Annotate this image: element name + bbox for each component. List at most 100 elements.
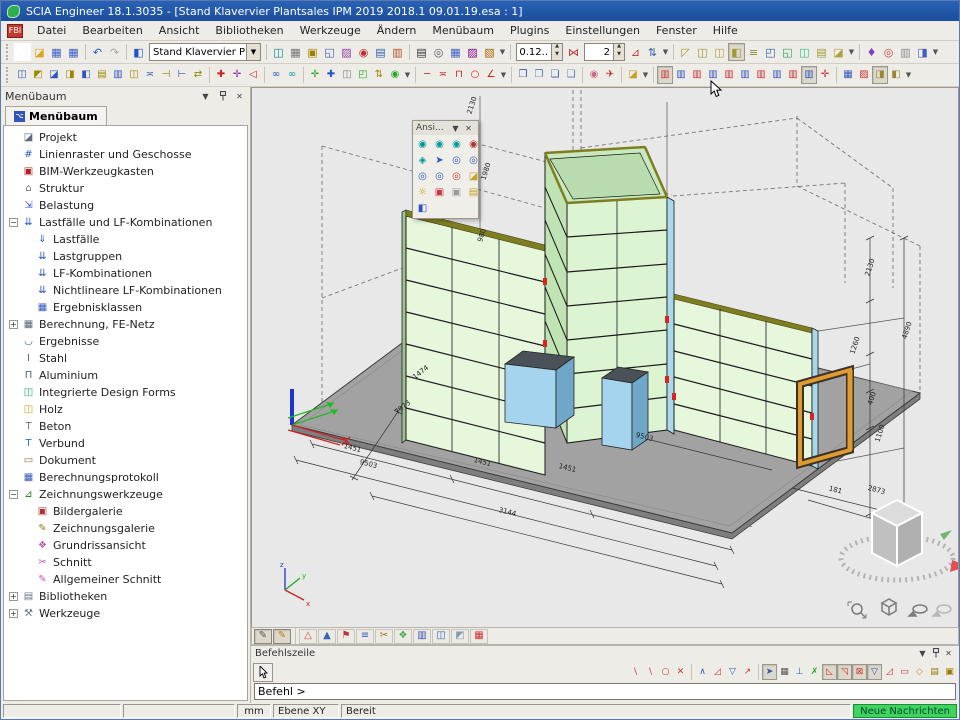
wall-tool-6-icon[interactable]: ◰ xyxy=(762,43,779,61)
light-icon[interactable]: ☼ xyxy=(415,185,430,200)
undo-icon[interactable]: ↶ xyxy=(89,43,106,61)
menu-bearbeiten[interactable]: Bearbeiten xyxy=(74,22,150,39)
profile-5-icon[interactable]: ◧ xyxy=(78,66,94,84)
node-tool-icon[interactable]: ✚ xyxy=(213,66,229,84)
zoom-selection-icon[interactable]: ◎ xyxy=(449,169,464,184)
clipping-box-icon[interactable]: ▤ xyxy=(466,185,481,200)
profile-6-icon[interactable]: ▤ xyxy=(94,66,110,84)
menu-einstellungen[interactable]: Einstellungen xyxy=(557,22,648,39)
tree-item-zeichnungswerkzeuge[interactable]: −⊿Zeichnungswerkzeuge xyxy=(4,486,247,503)
rect-icon[interactable]: ⊓ xyxy=(451,66,467,84)
wall-tool-3-icon[interactable]: ◫ xyxy=(711,43,728,61)
snap-peak-icon[interactable]: ∧ xyxy=(695,664,710,680)
collapse-toggle-icon[interactable]: − xyxy=(9,490,18,499)
move-icon[interactable]: ✛ xyxy=(307,66,323,84)
profile-12-icon[interactable]: ⇄ xyxy=(190,66,206,84)
mirror-icon[interactable]: ◫ xyxy=(339,66,355,84)
connect-icon[interactable]: ⋈ xyxy=(565,43,582,61)
gallery-icon[interactable]: ▥ xyxy=(389,43,406,61)
zoom-tool-icon[interactable] xyxy=(848,602,866,618)
dropdown-arrow-icon[interactable]: ▼ xyxy=(403,71,412,79)
snap-edge-icon[interactable]: ◿ xyxy=(710,664,725,680)
zoom-in-icon[interactable]: ◎ xyxy=(449,153,464,168)
wall-tool-1-icon[interactable]: ◸ xyxy=(677,43,694,61)
expand-toggle-icon[interactable]: + xyxy=(9,320,18,329)
panel-pin-icon[interactable] xyxy=(216,90,229,103)
view-xz-icon[interactable]: ◉ xyxy=(449,137,464,152)
profile-10-icon[interactable]: ⊣ xyxy=(158,66,174,84)
layers-icon[interactable]: ▦ xyxy=(287,43,304,61)
tree-item-schnitt[interactable]: ✂Schnitt xyxy=(4,554,247,571)
red-grid-icon[interactable]: ▦ xyxy=(470,629,488,644)
count-spinner[interactable]: 2▲▼ xyxy=(584,43,625,61)
tree-item-holz[interactable]: ◫Holz xyxy=(4,401,247,418)
tree-item-dokument[interactable]: ▭Dokument xyxy=(4,452,247,469)
menu-menübaum[interactable]: Menübaum xyxy=(424,22,502,39)
tree-item-verbund[interactable]: ΤVerbund xyxy=(4,435,247,452)
tree-item-belastung[interactable]: ⇲Belastung xyxy=(4,197,247,214)
rotate-icon[interactable]: ◰ xyxy=(355,66,371,84)
walk-mode-icon[interactable]: ➤ xyxy=(432,153,447,168)
tree-item-zeichnungsgalerie[interactable]: ✎Zeichnungsgalerie xyxy=(4,520,247,537)
tree-item-beton[interactable]: ΤBeton xyxy=(4,418,247,435)
orbit-alt-icon[interactable] xyxy=(933,605,951,616)
link-icon[interactable]: ♦ xyxy=(863,43,880,61)
command-close-icon[interactable]: ✕ xyxy=(942,647,955,660)
view-preset-1-icon[interactable]: ▥ xyxy=(657,66,673,84)
window-3-icon[interactable]: ❏ xyxy=(547,66,563,84)
tree-item-werkzeuge[interactable]: +⚒Werkzeuge xyxy=(4,605,247,622)
menu-hilfe[interactable]: Hilfe xyxy=(705,22,746,39)
snap-mode-1-icon[interactable]: ◺ xyxy=(822,664,837,680)
wall-tool-2-icon[interactable]: ◫ xyxy=(694,43,711,61)
view-preset-3-icon[interactable]: ▥ xyxy=(689,66,705,84)
spinner-value[interactable]: 2 xyxy=(585,44,613,60)
calculator-icon[interactable]: ▦ xyxy=(447,43,464,61)
center-view-icon[interactable]: ✛ xyxy=(817,66,833,84)
tree-item-grundrissansicht[interactable]: ❖Grundrissansicht xyxy=(4,537,247,554)
window-1-icon[interactable]: ❐ xyxy=(515,66,531,84)
dropdown-arrow-icon[interactable]: ▼ xyxy=(931,48,940,56)
print-icon[interactable]: ▤ xyxy=(413,43,430,61)
dropdown-arrow-icon[interactable]: ▼ xyxy=(641,71,650,79)
left-wall[interactable] xyxy=(402,210,545,475)
expand-toggle-icon[interactable]: + xyxy=(9,609,18,618)
dropdown-arrow-icon[interactable]: ▼ xyxy=(499,71,508,79)
member-tool-icon[interactable]: ✛ xyxy=(229,66,245,84)
tree-item-allgemeiner-schnitt[interactable]: ✎Allgemeiner Schnitt xyxy=(4,571,247,588)
tree-item-struktur[interactable]: ⌂Struktur xyxy=(4,180,247,197)
3d-scene[interactable]: 2130198012809802130489012604001100147479… xyxy=(252,88,958,624)
find-icon[interactable]: ◎ xyxy=(880,43,897,61)
new-messages-button[interactable]: Neue Nachrichten xyxy=(853,704,957,718)
view-folder-icon[interactable]: ◪ xyxy=(466,169,481,184)
select-arrow-icon[interactable]: ◁ xyxy=(245,66,261,84)
view-yz-icon[interactable]: ◉ xyxy=(466,137,481,152)
tree-item-bildergalerie[interactable]: ▣Bildergalerie xyxy=(4,503,247,520)
tree-item-lastf-lle[interactable]: ⇓Lastfälle xyxy=(4,231,247,248)
tree-item-integrierte-design-forms[interactable]: ◫Integrierte Design Forms xyxy=(4,384,247,401)
mesh-dots-icon[interactable]: ❖ xyxy=(394,629,412,644)
angle-draw-icon[interactable]: ∠ xyxy=(483,66,499,84)
command-pin-icon[interactable] xyxy=(929,647,942,660)
toolbar-grip[interactable] xyxy=(6,44,11,60)
surface-icon[interactable]: △ xyxy=(299,629,317,644)
tree-item-bim-werkzeugkasten[interactable]: ▣BIM-Werkzeugkasten xyxy=(4,163,247,180)
tree-item-berechnung-fe-netz[interactable]: +▦Berechnung, FE-Netz xyxy=(4,316,247,333)
clipboard-icon[interactable]: ◫ xyxy=(270,43,287,61)
panel-menu-chevron-icon[interactable]: ▼ xyxy=(199,90,212,103)
document-icon[interactable]: ▨ xyxy=(464,43,481,61)
pointer-mode-button[interactable] xyxy=(253,663,273,682)
float-chevron-icon[interactable]: ▼ xyxy=(449,122,462,135)
copy-attrib-icon[interactable]: ▣ xyxy=(304,43,321,61)
parallel-icon[interactable]: ≍ xyxy=(435,66,451,84)
menu-fenster[interactable]: Fenster xyxy=(648,22,705,39)
array-icon[interactable]: ◉ xyxy=(387,66,403,84)
dropdown-arrow-icon[interactable]: ▼ xyxy=(498,48,507,56)
named-items-icon[interactable]: ◫ xyxy=(432,629,450,644)
snap-intersection-icon[interactable]: ✕ xyxy=(673,664,688,680)
profile-7-icon[interactable]: ▥ xyxy=(110,66,126,84)
command-input[interactable] xyxy=(258,685,952,698)
brush-icon[interactable]: ▨ xyxy=(338,43,355,61)
view-doc-icon[interactable]: ◧ xyxy=(415,201,430,216)
menu-plugins[interactable]: Plugins xyxy=(502,22,557,39)
snap-mode-2-icon[interactable]: ◹ xyxy=(837,664,852,680)
